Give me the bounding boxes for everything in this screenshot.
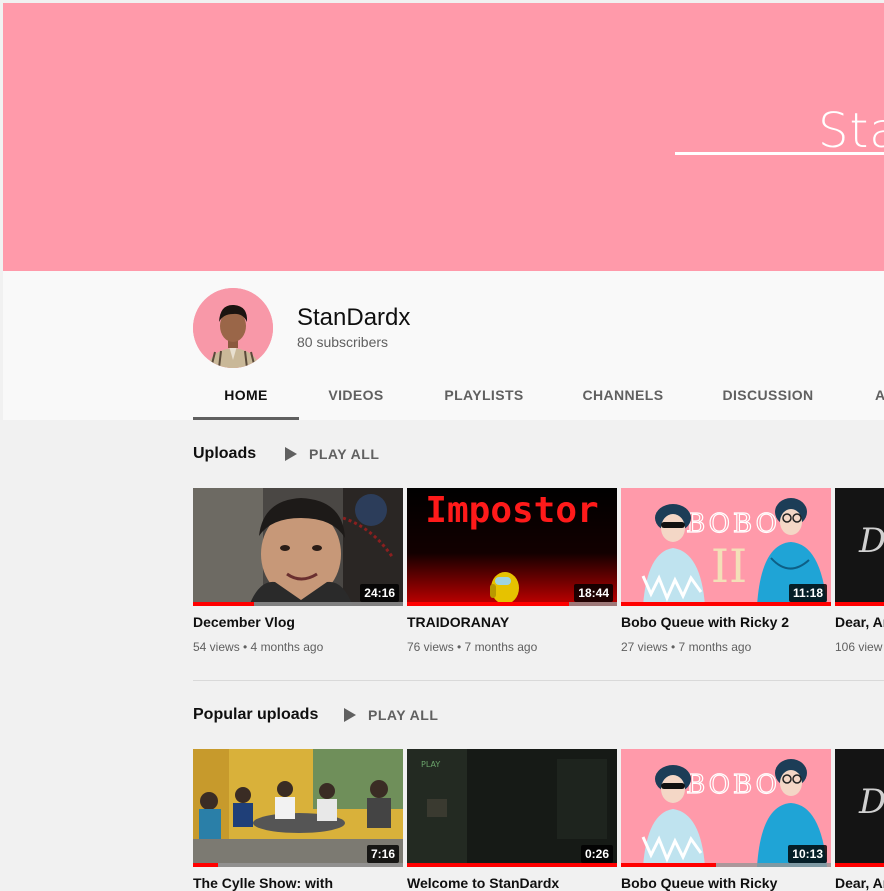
- video-card[interactable]: D Dear, Ar: [835, 749, 884, 891]
- video-duration: 11:18: [788, 584, 827, 602]
- channel-name: StanDardx: [297, 304, 411, 331]
- svg-text:D: D: [858, 782, 884, 822]
- video-duration: 18:44: [574, 584, 613, 602]
- video-title[interactable]: Bobo Queue with Ricky: [621, 875, 831, 891]
- tab-playlists[interactable]: PLAYLISTS: [436, 377, 532, 420]
- watch-progress: [621, 863, 716, 867]
- video-meta: 27 views • 7 months ago: [621, 640, 752, 654]
- video-card[interactable]: BOBO II 11:18 Bobo Queue with Ricky 2 27…: [621, 488, 831, 654]
- video-thumbnail[interactable]: 7:16: [193, 749, 403, 867]
- watch-progress: [835, 863, 884, 867]
- video-thumbnail[interactable]: D: [835, 488, 884, 606]
- thumbnail-caption: Impostor: [425, 490, 598, 531]
- video-thumbnail-image: D: [835, 488, 884, 606]
- watch-progress: [407, 602, 569, 606]
- thumbnail-caption: PLAY: [421, 760, 440, 769]
- uploads-play-all-button[interactable]: PLAY ALL: [285, 446, 379, 462]
- video-duration: 7:16: [366, 845, 399, 863]
- video-card[interactable]: 24:16 December Vlog 54 views • 4 months …: [193, 488, 403, 654]
- video-title[interactable]: The Cylle Show: with: [193, 875, 403, 891]
- video-title[interactable]: Dear, Ar: [835, 875, 884, 891]
- video-meta: 54 views • 4 months ago: [193, 640, 324, 654]
- play-icon: [344, 708, 356, 722]
- thumbnail-subcaption: II: [711, 539, 747, 593]
- video-title[interactable]: Welcome to StanDardx: [407, 875, 617, 891]
- thumbnail-caption: BOBO: [686, 770, 780, 800]
- watch-progress: [193, 602, 254, 606]
- channel-banner: Stan: [3, 3, 884, 271]
- tab-videos[interactable]: VIDEOS: [318, 377, 394, 420]
- video-thumbnail[interactable]: PLAY 0:26: [407, 749, 617, 867]
- video-card[interactable]: 7:16 The Cylle Show: with: [193, 749, 403, 891]
- watch-progress-track: [193, 863, 403, 867]
- video-thumbnail[interactable]: BOBO II 11:18: [621, 488, 831, 606]
- watch-progress: [193, 863, 219, 867]
- video-duration: 24:16: [360, 584, 399, 602]
- video-thumbnail[interactable]: 24:16: [193, 488, 403, 606]
- uploads-title: Uploads: [193, 445, 257, 462]
- video-duration: 10:13: [788, 845, 827, 863]
- video-meta: 106 view: [835, 640, 883, 654]
- thumbnail-caption: BOBO: [686, 509, 780, 539]
- video-card[interactable]: Impostor 18:44 TRAIDORANAY 76 views • 7 …: [407, 488, 617, 654]
- video-thumbnail[interactable]: Impostor 18:44: [407, 488, 617, 606]
- video-thumbnail[interactable]: D: [835, 749, 884, 867]
- video-meta: 76 views • 7 months ago: [407, 640, 538, 654]
- watch-progress: [407, 863, 617, 867]
- video-card[interactable]: BOBO 10:13 Bobo Queue with Ricky: [621, 749, 831, 891]
- video-thumbnail-image: D: [835, 749, 884, 867]
- subscriber-count: 80 subscribers: [297, 334, 389, 350]
- play-icon: [285, 447, 297, 461]
- tab-discussion[interactable]: DISCUSSION: [715, 377, 821, 420]
- watch-progress: [621, 602, 831, 606]
- video-thumbnail[interactable]: BOBO 10:13: [621, 749, 831, 867]
- tab-home[interactable]: HOME: [193, 377, 299, 420]
- tab-channels[interactable]: CHANNELS: [575, 377, 671, 420]
- video-title[interactable]: December Vlog: [193, 614, 403, 630]
- uploads-play-all-label: PLAY ALL: [309, 446, 380, 462]
- video-title[interactable]: Dear, Ar: [835, 614, 884, 630]
- video-title[interactable]: Bobo Queue with Ricky 2: [621, 614, 831, 630]
- popular-uploads-title: Popular uploads: [193, 706, 319, 723]
- watch-progress: [835, 602, 884, 606]
- avatar[interactable]: [193, 288, 273, 368]
- video-card[interactable]: D Dear, Ar 106 view: [835, 488, 884, 654]
- avatar-image: [193, 288, 273, 368]
- video-title[interactable]: TRAIDORANAY: [407, 614, 617, 630]
- popular-play-all-button[interactable]: PLAY ALL: [344, 707, 438, 723]
- video-duration: 0:26: [580, 845, 613, 863]
- video-card[interactable]: PLAY 0:26 Welcome to StanDardx: [407, 749, 617, 891]
- svg-text:D: D: [858, 521, 884, 561]
- section-divider: [193, 680, 884, 681]
- popular-play-all-label: PLAY ALL: [368, 707, 439, 723]
- channel-header: StanDardx 80 subscribers HOME VIDEOS PLA…: [3, 271, 884, 420]
- banner-text: Stan: [818, 103, 884, 159]
- tab-about[interactable]: A: [875, 377, 884, 420]
